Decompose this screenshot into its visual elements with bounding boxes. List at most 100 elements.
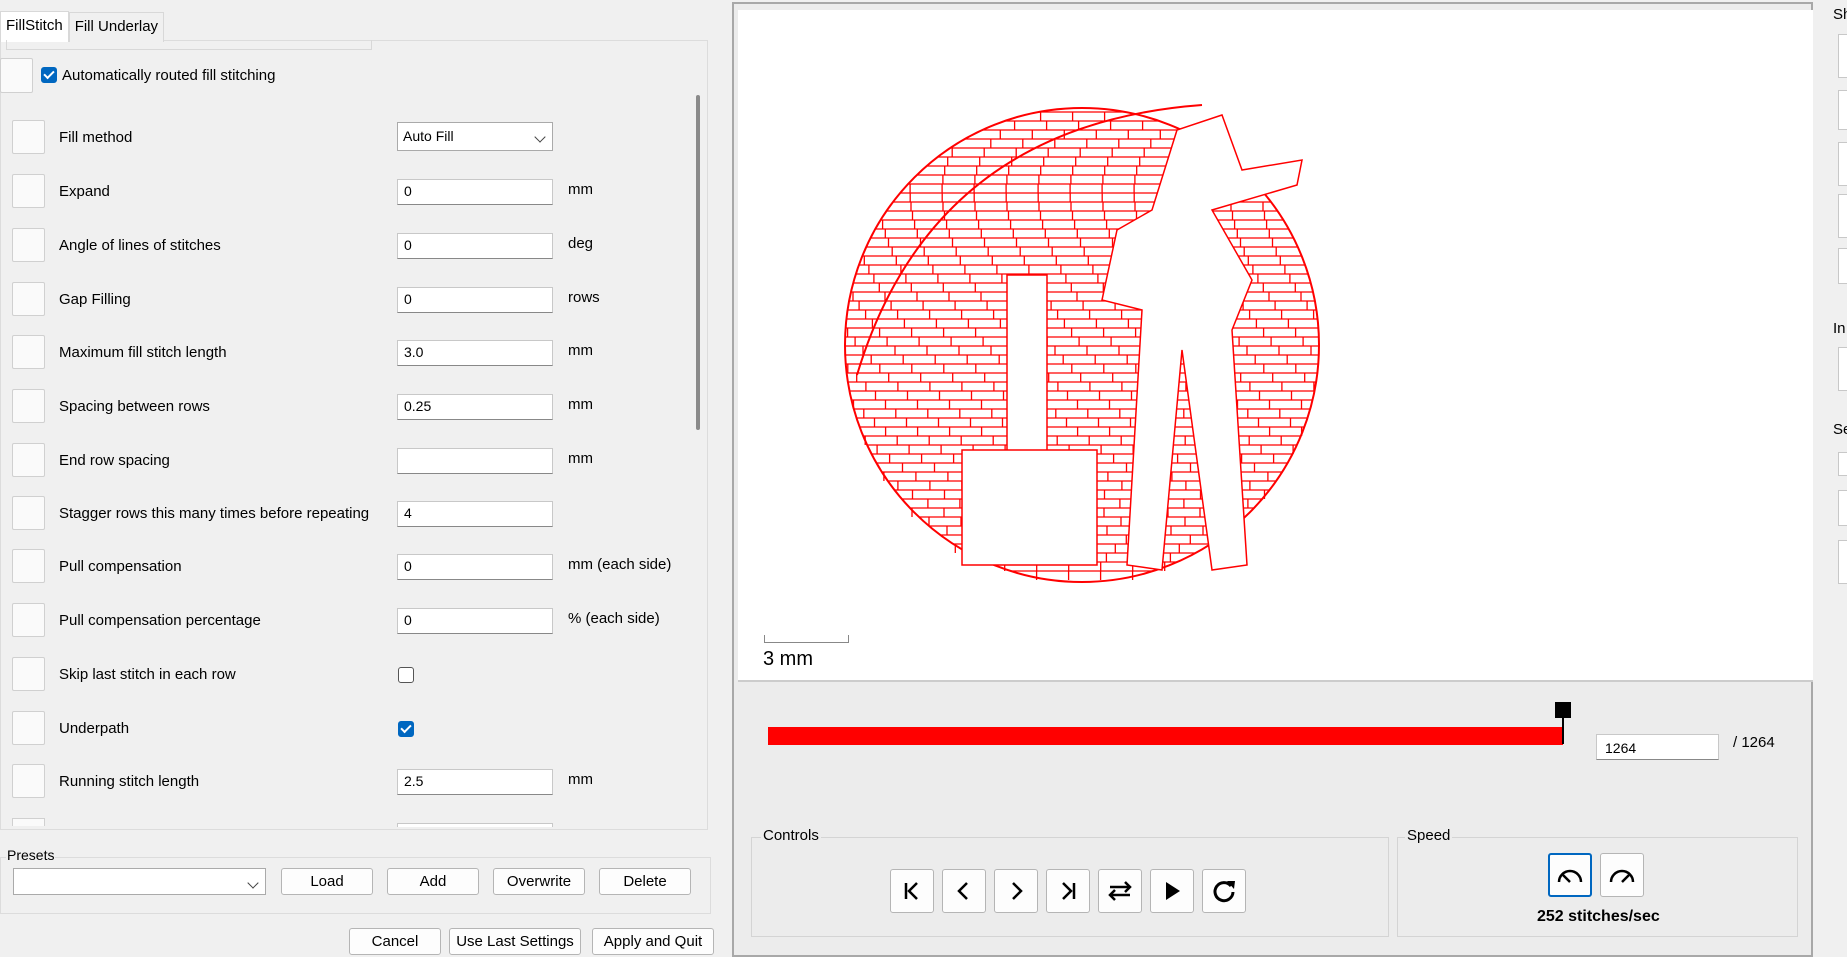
scale-bar bbox=[764, 635, 849, 643]
edge-control[interactable] bbox=[1838, 347, 1847, 391]
stitch-preview-canvas[interactable] bbox=[738, 10, 1813, 682]
underpath-checkbox[interactable] bbox=[398, 721, 414, 737]
chevron-right-icon bbox=[1012, 882, 1023, 900]
max-stitch-length-input[interactable]: 3.0 bbox=[397, 340, 553, 366]
param-toggle-button[interactable] bbox=[12, 496, 45, 530]
param-label: Maximum fill stitch length bbox=[59, 344, 227, 361]
slider-handle[interactable] bbox=[1555, 702, 1571, 718]
cancel-button[interactable]: Cancel bbox=[349, 928, 441, 955]
param-toggle-button[interactable] bbox=[12, 657, 45, 691]
total-stitches: / 1264 bbox=[1733, 734, 1775, 751]
edge-label: Sh bbox=[1833, 6, 1847, 23]
param-unit: mm (each side) bbox=[568, 556, 672, 573]
param-toggle-button[interactable] bbox=[0, 57, 33, 93]
param-row-stagger: Stagger rows this many times before repe… bbox=[12, 496, 692, 530]
param-toggle-button-partial bbox=[12, 818, 45, 826]
restart-button[interactable] bbox=[1202, 869, 1246, 913]
overwrite-preset-button[interactable]: Overwrite bbox=[493, 868, 585, 895]
apply-and-quit-button[interactable]: Apply and Quit bbox=[592, 928, 714, 955]
gap-filling-input[interactable]: 0 bbox=[397, 287, 553, 313]
edge-control[interactable] bbox=[1838, 248, 1847, 284]
edge-control[interactable] bbox=[1838, 490, 1847, 526]
param-unit: mm bbox=[568, 396, 593, 413]
jump-end-button[interactable] bbox=[1046, 869, 1090, 913]
use-last-settings-button[interactable]: Use Last Settings bbox=[449, 928, 581, 955]
running-stitch-length-input[interactable]: 2.5 bbox=[397, 769, 553, 795]
fill-method-select[interactable]: Auto Fill bbox=[397, 122, 553, 151]
param-row-gap-filling: Gap Filling 0 rows bbox=[12, 282, 692, 316]
param-row-row-spacing: Spacing between rows 0.25 mm bbox=[12, 389, 692, 423]
step-back-button[interactable] bbox=[942, 869, 986, 913]
speed-title: Speed bbox=[1405, 827, 1453, 844]
auto-route-checkbox[interactable] bbox=[41, 67, 57, 83]
pull-compensation-input[interactable]: 0 bbox=[397, 554, 553, 580]
stitch-preview-graphic bbox=[844, 104, 1320, 583]
param-label: Spacing between rows bbox=[59, 398, 210, 415]
param-toggle-button[interactable] bbox=[12, 549, 45, 583]
param-label: Pull compensation bbox=[59, 558, 182, 575]
param-toggle-button[interactable] bbox=[12, 174, 45, 208]
fill-method-value: Auto Fill bbox=[403, 128, 454, 144]
inner-tab-stub bbox=[6, 40, 372, 50]
expand-input[interactable]: 0 bbox=[397, 179, 553, 205]
param-toggle-button[interactable] bbox=[12, 443, 45, 477]
param-toggle-button[interactable] bbox=[12, 603, 45, 637]
tab-fill-underlay[interactable]: Fill Underlay bbox=[68, 12, 165, 42]
add-preset-button[interactable]: Add bbox=[387, 868, 479, 895]
presets-title: Presets bbox=[6, 847, 56, 863]
skip-start-icon bbox=[904, 882, 918, 900]
param-unit: % (each side) bbox=[568, 610, 660, 627]
chevron-down-icon bbox=[247, 877, 259, 889]
param-toggle-button[interactable] bbox=[12, 711, 45, 745]
speed-up-button[interactable] bbox=[1600, 853, 1644, 897]
param-label: Pull compensation percentage bbox=[59, 612, 261, 629]
load-preset-button[interactable]: Load bbox=[281, 868, 373, 895]
param-row-angle: Angle of lines of stitches 0 deg bbox=[12, 228, 692, 262]
figure-silhouette bbox=[961, 114, 1303, 571]
current-stitch-input[interactable]: 1264 bbox=[1596, 734, 1719, 760]
param-label: End row spacing bbox=[59, 452, 170, 469]
controls-title: Controls bbox=[761, 827, 821, 844]
skip-last-stitch-checkbox[interactable] bbox=[398, 667, 414, 683]
param-label: Angle of lines of stitches bbox=[59, 237, 221, 254]
param-toggle-button[interactable] bbox=[12, 282, 45, 316]
stagger-input[interactable]: 4 bbox=[397, 501, 553, 527]
delete-preset-button[interactable]: Delete bbox=[599, 868, 691, 895]
param-row-pull-compensation: Pull compensation 0 mm (each side) bbox=[12, 549, 692, 583]
param-label: Skip last stitch in each row bbox=[59, 666, 236, 683]
jump-start-button[interactable] bbox=[890, 869, 934, 913]
param-toggle-button[interactable] bbox=[12, 335, 45, 369]
preset-select[interactable] bbox=[13, 868, 266, 895]
angle-input[interactable]: 0 bbox=[397, 233, 553, 259]
play-button[interactable] bbox=[1150, 869, 1194, 913]
edge-control[interactable] bbox=[1838, 194, 1847, 238]
gauge-fast-icon bbox=[1609, 869, 1635, 883]
param-unit: mm bbox=[568, 181, 593, 198]
play-icon bbox=[1166, 882, 1180, 900]
reverse-direction-button[interactable] bbox=[1098, 869, 1142, 913]
param-toggle-button[interactable] bbox=[12, 228, 45, 262]
stitch-progress-track[interactable] bbox=[768, 727, 1563, 745]
param-toggle-button[interactable] bbox=[12, 389, 45, 423]
silhouette-part-0 bbox=[1101, 114, 1303, 571]
scrollbar-thumb[interactable] bbox=[696, 95, 700, 430]
end-row-spacing-input[interactable] bbox=[397, 448, 553, 474]
row-spacing-input[interactable]: 0.25 bbox=[397, 394, 553, 420]
edge-control[interactable] bbox=[1838, 142, 1847, 186]
skip-end-icon bbox=[1062, 882, 1076, 900]
gauge-slow-icon bbox=[1557, 869, 1583, 883]
param-row-running-stitch-length: Running stitch length 2.5 mm bbox=[12, 764, 692, 798]
edge-control[interactable] bbox=[1838, 540, 1847, 584]
slow-down-button[interactable] bbox=[1548, 853, 1592, 897]
settings-panel: FillStitch Fill Underlay Automatically r… bbox=[0, 0, 716, 957]
step-forward-button[interactable] bbox=[994, 869, 1038, 913]
edge-control[interactable] bbox=[1838, 90, 1847, 130]
param-toggle-button[interactable] bbox=[12, 764, 45, 798]
param-toggle-button[interactable] bbox=[12, 120, 45, 154]
tab-fillstitch[interactable]: FillStitch bbox=[0, 11, 69, 42]
param-label: Underpath bbox=[59, 720, 130, 737]
edge-control[interactable] bbox=[1838, 452, 1847, 476]
edge-control[interactable] bbox=[1838, 34, 1847, 78]
chevron-left-icon bbox=[957, 882, 968, 900]
pull-compensation-percent-input[interactable]: 0 bbox=[397, 608, 553, 634]
